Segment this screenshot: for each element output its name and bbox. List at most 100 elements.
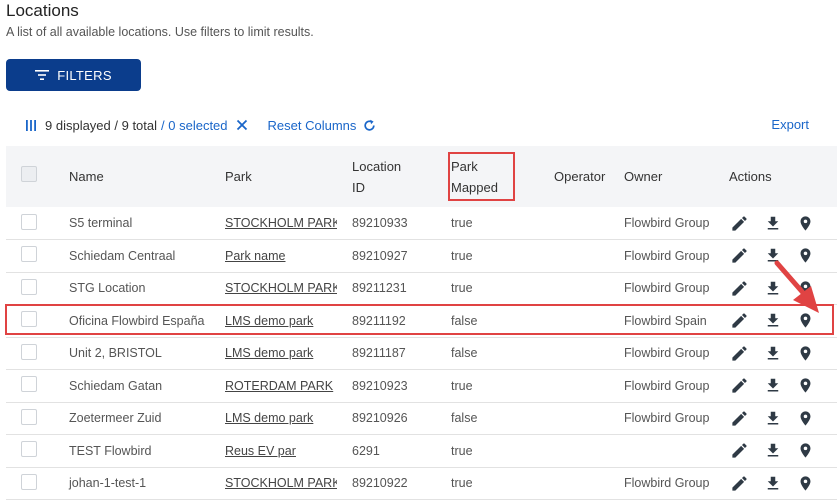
park-mapped: true (451, 216, 473, 230)
actions-cell (725, 467, 837, 500)
filters-button[interactable]: FILTERS (6, 59, 141, 91)
row-checkbox-cell (6, 305, 54, 338)
operator (549, 240, 620, 273)
column-header-location-id[interactable]: Location ID (337, 146, 445, 207)
park-mapped: false (451, 346, 478, 361)
table-row[interactable]: Zoetermeer Zuid LMS demo park 89210926 f… (6, 402, 837, 435)
park-link-cell: LMS demo park (210, 402, 337, 435)
download-icon[interactable] (764, 441, 782, 460)
park-link[interactable]: Reus EV par (225, 444, 296, 458)
map-pin-icon[interactable] (797, 311, 814, 330)
pencil-icon[interactable] (730, 376, 749, 395)
export-button[interactable]: Export (771, 117, 809, 132)
park-mapped: false (451, 313, 478, 328)
column-header-owner[interactable]: Owner (620, 146, 725, 207)
pencil-icon[interactable] (730, 246, 749, 265)
column-header-name[interactable]: Name (54, 146, 210, 207)
park-link-cell: LMS demo park (210, 305, 337, 338)
location-name: johan-1-test-1 (69, 476, 147, 491)
download-icon[interactable] (764, 246, 782, 265)
location-name: Schiedam Gatan (69, 378, 163, 393)
map-pin-icon[interactable] (797, 214, 814, 233)
filters-button-label: FILTERS (57, 67, 112, 83)
pencil-icon[interactable] (730, 344, 749, 363)
park-link[interactable]: LMS demo park (225, 346, 313, 360)
location-id: 89211231 (352, 281, 407, 296)
column-header-actions: Actions (729, 169, 772, 184)
actions-cell (725, 370, 837, 403)
row-checkbox-cell (6, 370, 54, 403)
table-row[interactable]: TEST Flowbird Reus EV par 6291 true (6, 435, 837, 468)
columns-icon[interactable] (25, 119, 37, 132)
close-icon[interactable] (236, 119, 248, 131)
location-id: 89210927 (352, 248, 408, 263)
operator (549, 467, 620, 500)
map-pin-icon[interactable] (797, 409, 814, 428)
park-link[interactable]: Park name (225, 249, 285, 263)
map-pin-icon[interactable] (797, 279, 814, 298)
download-icon[interactable] (764, 279, 782, 298)
park-link[interactable]: STOCKHOLM PARK (225, 281, 337, 295)
select-all-checkbox[interactable] (21, 165, 37, 182)
pencil-icon[interactable] (730, 311, 749, 330)
download-icon[interactable] (764, 344, 782, 363)
pencil-icon[interactable] (730, 409, 749, 428)
map-pin-icon[interactable] (797, 474, 814, 493)
park-mapped: true (451, 378, 473, 393)
pencil-icon[interactable] (730, 441, 749, 460)
operator (549, 435, 620, 468)
row-checkbox[interactable] (21, 441, 37, 458)
table-header-row: Name Park Location ID Park Mapped Operator… (6, 146, 837, 207)
operator (549, 337, 620, 370)
row-checkbox[interactable] (21, 473, 37, 490)
map-pin-icon[interactable] (797, 246, 814, 265)
park-link[interactable]: ROTERDAM PARK (225, 379, 333, 393)
location-id: 89210922 (352, 476, 408, 491)
map-pin-icon[interactable] (797, 344, 814, 363)
row-checkbox[interactable] (21, 343, 37, 360)
pencil-icon[interactable] (730, 279, 749, 298)
row-checkbox[interactable] (21, 311, 37, 328)
actions-cell (725, 240, 837, 273)
park-link-cell: STOCKHOLM PARK (210, 207, 337, 240)
table-row[interactable]: Oficina Flowbird España LMS demo park 89… (6, 305, 837, 338)
download-icon[interactable] (764, 311, 782, 330)
row-checkbox[interactable] (21, 213, 37, 230)
park-link[interactable]: STOCKHOLM PARK (225, 216, 337, 230)
column-header-park-mapped[interactable]: Park Mapped (445, 146, 549, 207)
table-row[interactable]: Schiedam Gatan ROTERDAM PARK 89210923 tr… (6, 370, 837, 403)
table-row[interactable]: Unit 2, BRISTOL LMS demo park 89211187 f… (6, 337, 837, 370)
table-row[interactable]: Schiedam Centraal Park name 89210927 tru… (6, 240, 837, 273)
map-pin-icon[interactable] (797, 376, 814, 395)
row-checkbox[interactable] (21, 278, 37, 295)
reset-columns-button[interactable]: Reset Columns (268, 118, 357, 133)
owner: Flowbird Group (624, 248, 710, 263)
download-icon[interactable] (764, 474, 782, 493)
park-link[interactable]: LMS demo park (225, 314, 313, 328)
table-row[interactable]: johan-1-test-1 STOCKHOLM PARK 89210922 t… (6, 467, 837, 500)
location-id: 89211192 (352, 313, 406, 328)
owner: Flowbird Group (624, 476, 710, 491)
row-checkbox[interactable] (21, 246, 37, 263)
park-link-cell: LMS demo park (210, 337, 337, 370)
table-row[interactable]: STG Location STOCKHOLM PARK 89211231 tru… (6, 272, 837, 305)
download-icon[interactable] (764, 214, 782, 233)
table-row[interactable]: S5 terminal STOCKHOLM PARK 89210933 true… (6, 207, 837, 240)
column-header-operator[interactable]: Operator (549, 146, 620, 207)
park-link[interactable]: STOCKHOLM PARK (225, 476, 337, 490)
pencil-icon[interactable] (730, 214, 749, 233)
row-checkbox[interactable] (21, 376, 37, 393)
download-icon[interactable] (764, 409, 782, 428)
park-link[interactable]: LMS demo park (225, 411, 313, 425)
park-mapped: false (451, 411, 478, 426)
actions-cell (725, 435, 837, 468)
filter-icon (35, 70, 50, 80)
operator (549, 370, 620, 403)
row-checkbox[interactable] (21, 408, 37, 425)
column-header-park[interactable]: Park (210, 146, 337, 207)
map-pin-icon[interactable] (797, 441, 814, 460)
download-icon[interactable] (764, 376, 782, 395)
pencil-icon[interactable] (730, 474, 749, 493)
refresh-icon[interactable] (363, 119, 376, 132)
park-link-cell: Reus EV par (210, 435, 337, 468)
